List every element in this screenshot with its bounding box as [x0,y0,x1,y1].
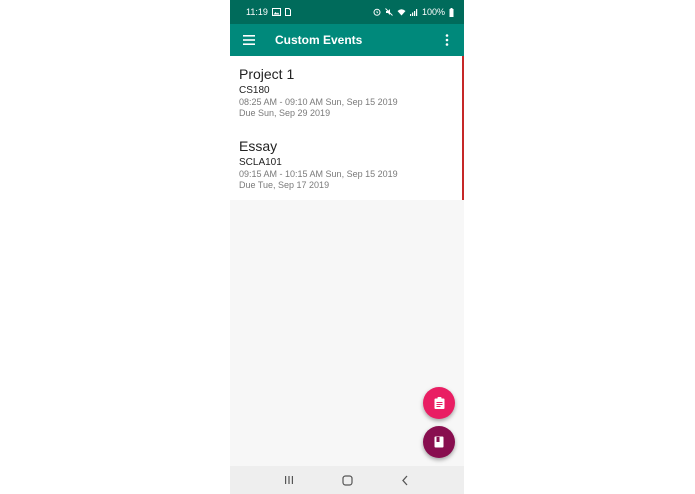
event-name: Essay [239,138,278,154]
more-vert-icon[interactable] [438,31,456,49]
event-item[interactable]: Project 1 CS180 08:25 AM - 09:10 AM Sun,… [230,56,464,128]
add-class-button[interactable] [423,426,455,458]
alarm-icon [373,8,381,16]
event-course: CS180 [239,85,270,96]
battery-percent: 100% [421,7,445,17]
hamburger-menu-icon[interactable] [240,31,258,49]
class-book-icon [434,436,444,448]
signal-icon [409,9,418,16]
app-toolbar: Custom Events [230,24,464,56]
event-due-date: Due Sun, Sep 29 2019 [239,108,331,118]
back-icon[interactable] [393,470,417,490]
home-icon[interactable] [335,470,359,490]
battery-icon [449,7,454,17]
status-time: 11:19 [246,7,268,17]
wifi-icon [397,9,406,16]
event-due-date: Due Tue, Sep 17 2019 [239,180,330,190]
phone-screen: 11:19 100% Custom Events Project 1 CS180… [230,0,464,494]
status-bar: 11:19 100% [230,0,464,24]
event-accent-stripe [462,128,464,200]
event-time: 08:25 AM - 09:10 AM Sun, Sep 15 2019 [239,97,398,107]
page-title: Custom Events [275,33,363,47]
add-assignment-button[interactable] [423,387,455,419]
event-name: Project 1 [239,66,295,82]
assignment-icon [434,397,444,409]
recents-icon[interactable] [277,470,301,490]
event-list: Project 1 CS180 08:25 AM - 09:10 AM Sun,… [230,56,464,200]
event-item[interactable]: Essay SCLA101 09:15 AM - 10:15 AM Sun, S… [230,128,464,200]
mute-icon [385,8,393,16]
event-course: SCLA101 [239,157,282,168]
sim-icon [284,8,291,16]
image-icon [271,8,281,16]
system-nav-bar [230,466,464,494]
event-accent-stripe [462,56,464,128]
event-time: 09:15 AM - 10:15 AM Sun, Sep 15 2019 [239,169,398,179]
